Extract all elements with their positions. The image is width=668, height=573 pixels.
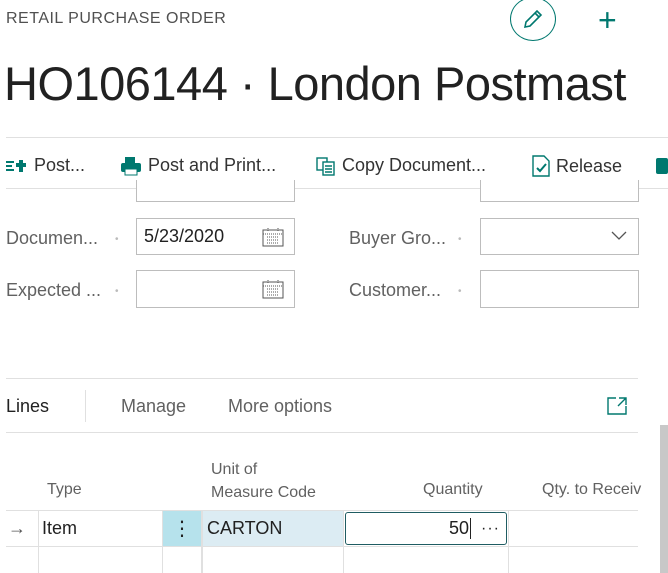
release-icon	[532, 155, 550, 177]
page-title: HO106144 · London Postmast	[4, 57, 626, 110]
tab-manage[interactable]: Manage	[121, 396, 186, 417]
col-type[interactable]: Type	[47, 480, 82, 500]
copy-icon	[316, 156, 335, 176]
calendar-icon[interactable]	[262, 227, 284, 247]
post-button[interactable]: Post...	[6, 155, 85, 176]
tab-lines[interactable]: Lines	[6, 396, 49, 417]
buyer-group-label: Buyer Gro...	[349, 228, 447, 248]
calendar-icon[interactable]	[262, 279, 284, 299]
uom-cell[interactable]: CARTON	[203, 511, 343, 546]
copy-document-button[interactable]: Copy Document...	[316, 155, 486, 176]
expected-date-input[interactable]	[136, 270, 295, 308]
scrollbar[interactable]	[660, 425, 668, 573]
pencil-icon	[523, 9, 543, 29]
page-caption: RETAIL PURCHASE ORDER	[6, 10, 227, 27]
lookup-ellipsis-icon[interactable]: ···	[481, 520, 500, 538]
post-icon	[6, 159, 26, 172]
arrow-right-icon: →	[8, 518, 26, 538]
chevron-down-icon	[611, 231, 627, 240]
col-qty-to-receive[interactable]: Qty. to Receiv	[542, 480, 641, 500]
document-date-input[interactable]: 5/23/2020	[136, 218, 295, 255]
document-date-label: Documen...	[6, 228, 99, 248]
plus-icon: +	[598, 2, 617, 38]
tab-more-options[interactable]: More options	[228, 396, 332, 417]
edit-button[interactable]	[510, 0, 556, 41]
col-uom-line1[interactable]: Unit of	[211, 460, 257, 480]
customer-input[interactable]	[480, 270, 639, 308]
row-actions-button[interactable]: ⋮	[163, 511, 201, 546]
expand-icon[interactable]	[606, 396, 628, 416]
buyer-group-select[interactable]	[480, 218, 639, 255]
post-and-print-button[interactable]: Post and Print...	[120, 155, 276, 176]
release-button[interactable]: Release	[532, 155, 622, 177]
col-uom-line2[interactable]: Measure Code	[211, 483, 316, 503]
col-quantity[interactable]: Quantity	[423, 480, 483, 500]
expected-date-label: Expected ...	[6, 280, 102, 300]
printer-icon	[121, 156, 141, 175]
quantity-input[interactable]: 50 ···	[345, 512, 507, 545]
type-cell[interactable]: Item	[42, 511, 77, 546]
new-button[interactable]: +	[598, 2, 617, 39]
more-actions-icon[interactable]	[656, 158, 668, 174]
customer-label: Customer...	[349, 280, 442, 300]
